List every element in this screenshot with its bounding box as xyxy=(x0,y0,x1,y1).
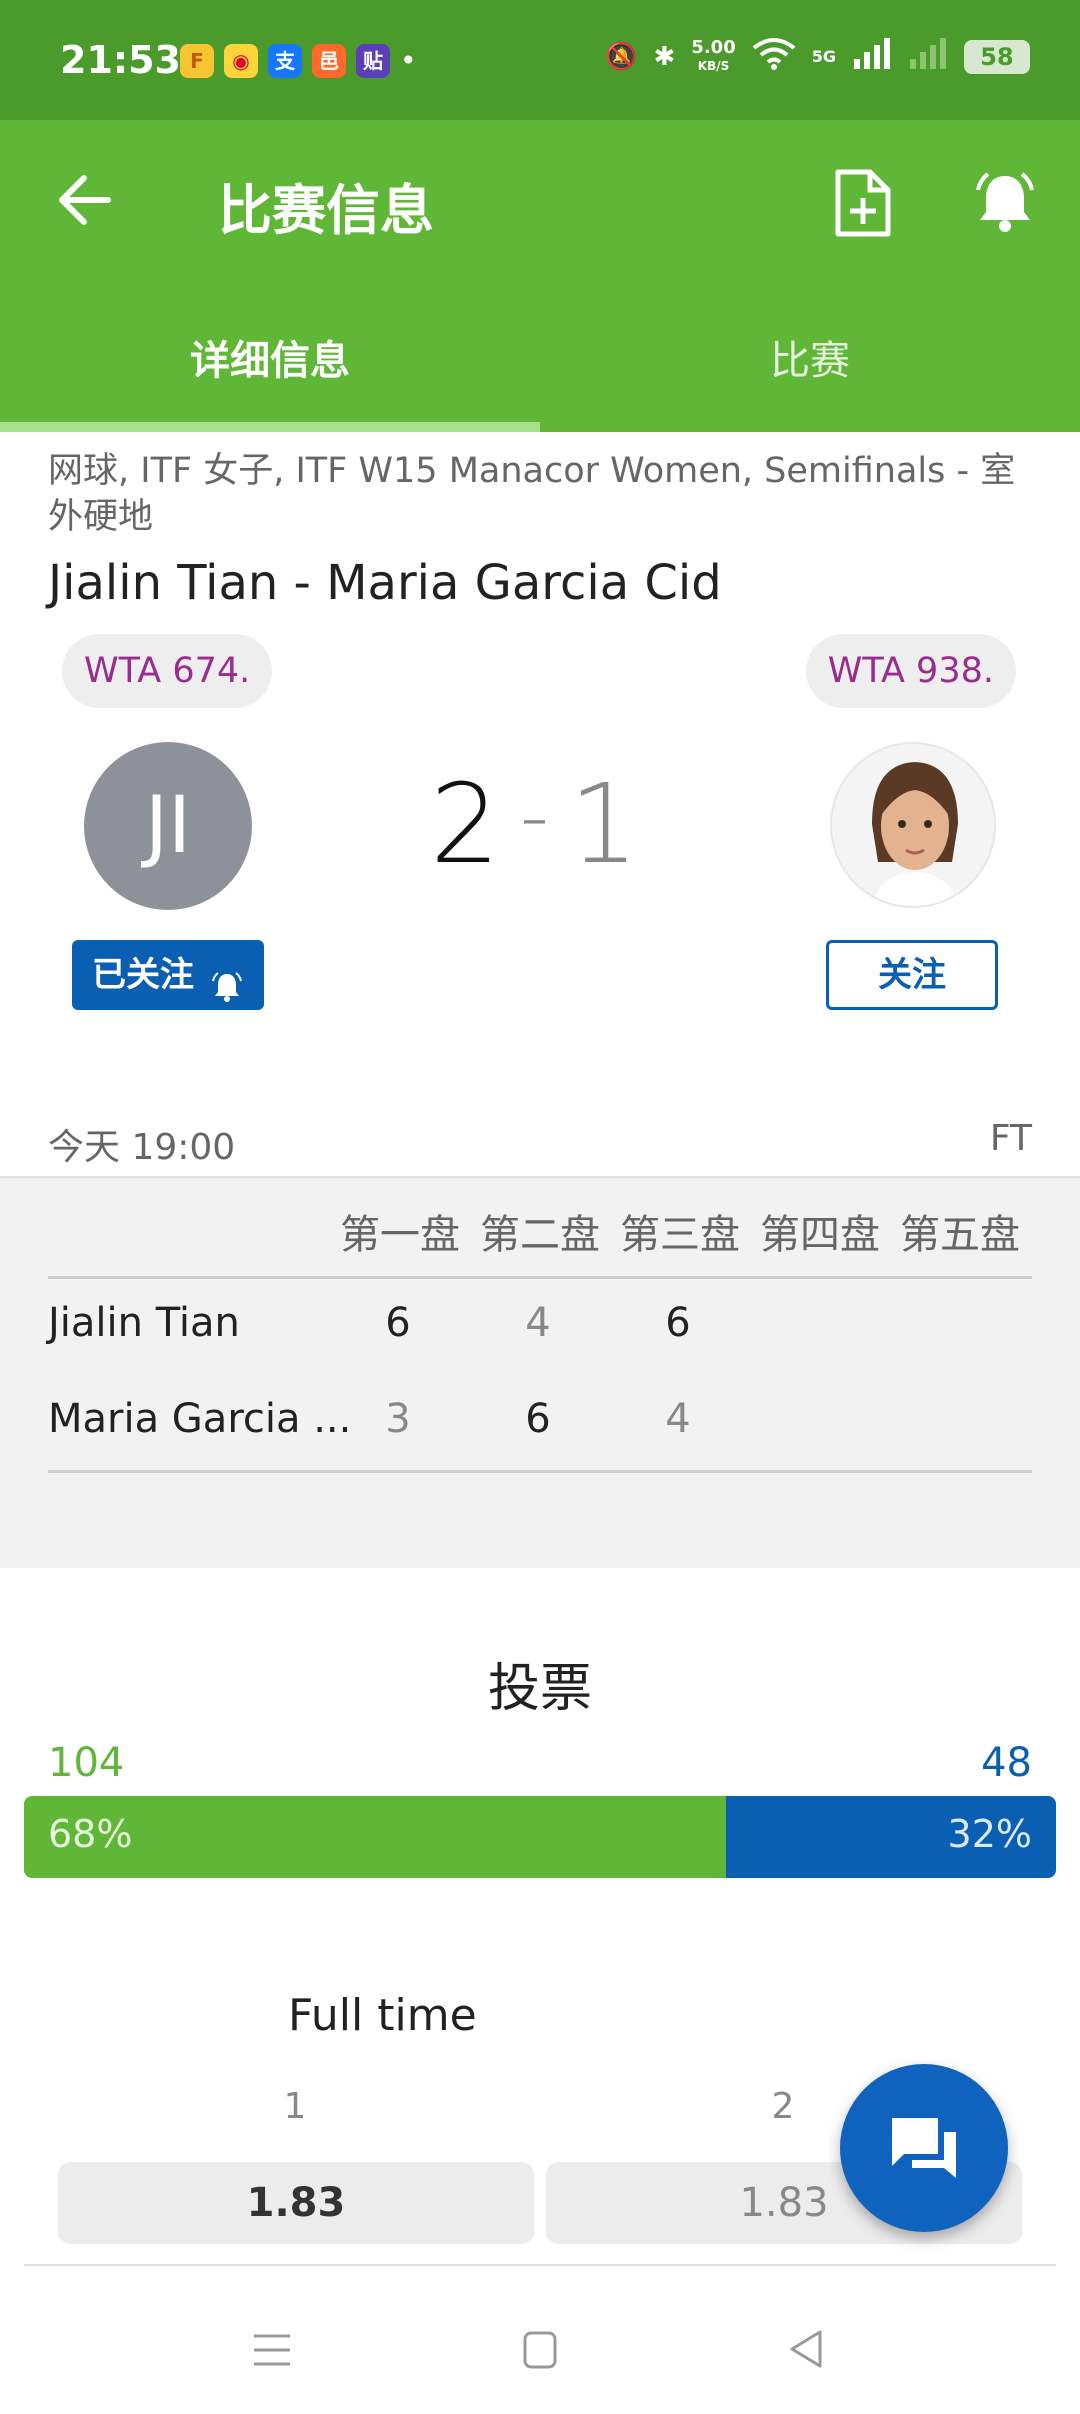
tab-bar: 详细信息 比赛 xyxy=(0,276,1080,432)
match-date: 今天 19:00 xyxy=(48,1127,236,1168)
tab-details[interactable]: 详细信息 xyxy=(0,276,540,432)
chat-fab-button[interactable] xyxy=(840,2064,1008,2232)
chat-icon xyxy=(892,2118,956,2178)
back-arrow-icon[interactable] xyxy=(50,170,120,230)
mute-icon: 🔕 xyxy=(605,41,638,72)
set-score: 6 xyxy=(525,1396,551,1442)
set-headers: 第一盘 第二盘 第三盘 第四盘 第五盘 xyxy=(330,1202,1030,1260)
player-name: Jialin Tian xyxy=(48,1300,240,1346)
vote-home-percent: 68% xyxy=(48,1812,133,1856)
left-player-follow-button[interactable]: 已关注 xyxy=(72,940,264,1010)
notification-icons: F ◉ 支 邑 贴 • xyxy=(180,44,417,78)
vote-title: 投票 xyxy=(487,1659,592,1719)
breadcrumb: 网球, ITF 女子, ITF W15 Manacor Women, Semif… xyxy=(48,451,1016,537)
app-e-icon: 贴 xyxy=(356,44,390,78)
vote-right-count: 48 xyxy=(981,1740,1032,1786)
vote-bar[interactable]: 68% 32% xyxy=(24,1796,1056,1878)
set-header: 第五盘 xyxy=(900,1212,1020,1258)
bell-icon[interactable] xyxy=(970,168,1040,238)
app-bar: 比赛信息 xyxy=(0,120,1080,276)
follow-button-label: 已关注 xyxy=(92,955,194,995)
divider xyxy=(48,1276,1032,1279)
divider xyxy=(48,1470,1032,1473)
set-score: 4 xyxy=(665,1396,691,1442)
signal-icon xyxy=(852,37,892,76)
match-title: Jialin Tian - Maria Garcia Cid xyxy=(48,555,722,611)
vote-left-count: 104 xyxy=(48,1740,125,1786)
net-speed: 5.00 KB/S xyxy=(691,36,736,75)
menu-icon[interactable] xyxy=(252,2330,292,2374)
status-bar: 21:53 F ◉ 支 邑 贴 • 🔕 ✱ 5.00 KB/S 5G 58 xyxy=(0,0,1080,120)
vote-away-segment[interactable]: 32% xyxy=(725,1796,1056,1878)
system-nav-bar xyxy=(0,2286,1080,2414)
right-player-ranking[interactable]: WTA 938. xyxy=(805,634,1016,708)
set-score: 3 xyxy=(385,1396,411,1442)
match-score: 2-1 xyxy=(430,760,639,888)
sets-table: 第一盘 第二盘 第三盘 第四盘 第五盘 Jialin Tian 6 4 6 Ma… xyxy=(0,1176,1080,1568)
score-right: 1 xyxy=(568,760,639,888)
status-time: 21:53 xyxy=(60,38,181,82)
left-player-ranking[interactable]: WTA 674. xyxy=(62,634,273,708)
left-player-avatar[interactable]: JI xyxy=(84,742,252,910)
add-document-icon[interactable] xyxy=(830,168,894,238)
right-player-avatar[interactable] xyxy=(830,742,996,908)
right-player-follow-button[interactable]: 关注 xyxy=(826,940,998,1010)
set-header: 第一盘 xyxy=(340,1212,460,1258)
tab-matches[interactable]: 比赛 xyxy=(540,276,1080,432)
bell-icon xyxy=(210,958,244,1002)
table-row[interactable]: Jialin Tian 6 4 6 xyxy=(48,1300,1032,1360)
tab-indicator xyxy=(0,422,540,432)
status-right: 🔕 ✱ 5.00 KB/S 5G 58 xyxy=(605,36,1030,77)
divider xyxy=(24,2264,1056,2266)
vote-away-percent: 32% xyxy=(947,1812,1032,1856)
home-icon[interactable] xyxy=(522,2330,558,2374)
app-a-icon: F xyxy=(180,44,214,78)
page-title: 比赛信息 xyxy=(218,179,434,242)
set-header: 第四盘 xyxy=(760,1212,880,1258)
alipay-icon: 支 xyxy=(268,44,302,78)
network-type: 5G xyxy=(811,47,836,66)
net-speed-value: 5.00 xyxy=(691,36,736,58)
odds-home-button[interactable]: 1.83 xyxy=(58,2162,534,2244)
set-score: 6 xyxy=(665,1300,691,1346)
odds-label: 1 xyxy=(283,2086,307,2127)
vote-home-segment[interactable]: 68% xyxy=(24,1796,726,1878)
table-row[interactable]: Maria Garcia ... 3 6 4 xyxy=(48,1396,1032,1456)
player-name: Maria Garcia ... xyxy=(48,1396,352,1442)
wifi-icon xyxy=(752,36,796,77)
net-speed-unit: KB/S xyxy=(697,58,730,73)
nav-back-icon[interactable] xyxy=(786,2328,826,2374)
score-separator: - xyxy=(520,770,549,863)
bluetooth-icon: ✱ xyxy=(653,41,676,72)
set-score: 4 xyxy=(525,1300,551,1346)
more-dot-icon: • xyxy=(400,44,417,77)
set-header: 第三盘 xyxy=(620,1212,740,1258)
signal-2-icon xyxy=(908,37,948,76)
set-score: 6 xyxy=(385,1300,411,1346)
odds-title: Full time xyxy=(288,1990,477,2041)
battery-level: 58 xyxy=(964,39,1030,74)
set-header: 第二盘 xyxy=(480,1212,600,1258)
match-status: FT xyxy=(989,1118,1032,1159)
app-d-icon: 邑 xyxy=(312,44,346,78)
score-left: 2 xyxy=(430,760,500,888)
weibo-icon: ◉ xyxy=(224,44,258,78)
